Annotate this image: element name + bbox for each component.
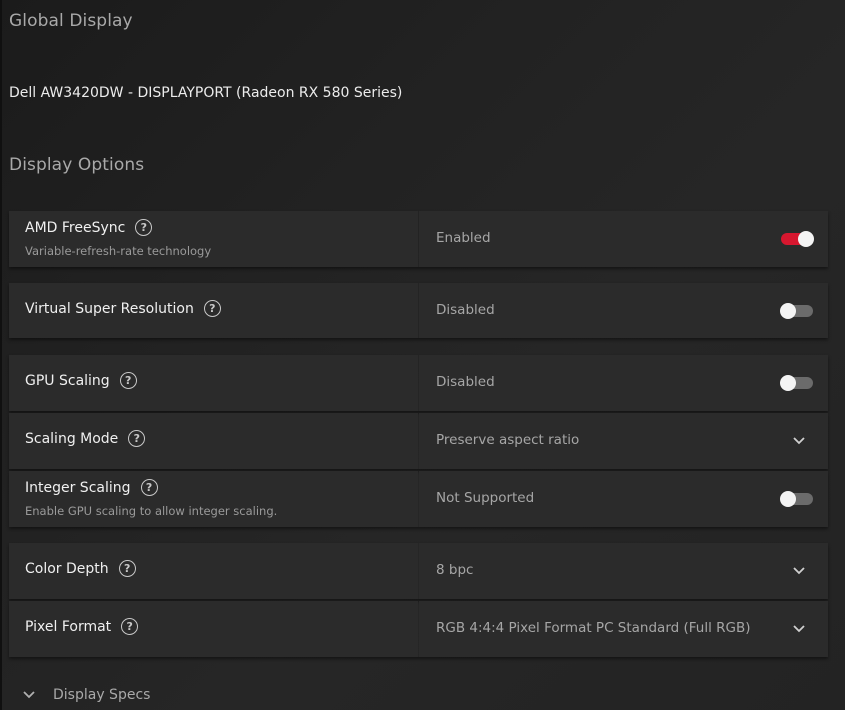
help-icon[interactable]: ? (119, 372, 137, 389)
display-specs-label: Display Specs (53, 687, 151, 703)
integer-scaling-label-cell: Integer Scaling ? Enable GPU scaling to … (9, 471, 418, 527)
scaling-mode-label-cell: Scaling Mode ? (9, 413, 418, 469)
toggle-knob (780, 491, 796, 507)
color-depth-dropdown[interactable]: 8 bpc (419, 543, 828, 599)
gpu-scaling-value: Disabled (436, 374, 495, 390)
pixel-format-value: RGB 4:4:4 Pixel Format PC Standard (Full… (436, 620, 751, 636)
scaling-mode-dropdown[interactable]: Preserve aspect ratio (419, 413, 828, 469)
chevron-down-icon[interactable] (792, 564, 806, 578)
help-icon[interactable]: ? (118, 560, 136, 577)
integer-scaling-label: Integer Scaling (25, 479, 131, 496)
color-depth-row: Color Depth ? 8 bpc (9, 543, 828, 599)
help-icon[interactable]: ? (135, 219, 153, 236)
display-specs-expander[interactable]: Display Specs (22, 687, 150, 703)
freesync-value-cell: Enabled (419, 211, 828, 267)
pixel-format-dropdown[interactable]: RGB 4:4:4 Pixel Format PC Standard (Full… (419, 601, 828, 657)
pixel-format-row: Pixel Format ? RGB 4:4:4 Pixel Format PC… (9, 601, 828, 657)
scaling-mode-row: Scaling Mode ? Preserve aspect ratio (9, 413, 828, 469)
help-icon[interactable]: ? (128, 430, 146, 447)
freesync-toggle[interactable] (781, 231, 814, 247)
gpu-scaling-label: GPU Scaling (25, 372, 110, 389)
color-depth-value: 8 bpc (436, 562, 474, 578)
window-edge (0, 0, 2, 710)
help-icon[interactable]: ? (203, 300, 221, 317)
vsr-value-cell: Disabled (419, 283, 828, 338)
freesync-row: AMD FreeSync ? Variable-refresh-rate tec… (9, 211, 828, 267)
vsr-value: Disabled (436, 302, 495, 318)
integer-scaling-value: Not Supported (436, 490, 535, 506)
color-depth-label: Color Depth (25, 560, 109, 577)
help-icon[interactable]: ? (121, 618, 139, 635)
vsr-toggle[interactable] (780, 303, 813, 319)
toggle-knob (780, 375, 796, 391)
toggle-knob (798, 231, 814, 247)
vsr-row: Virtual Super Resolution ? Disabled (9, 283, 828, 338)
chevron-down-icon[interactable] (792, 622, 806, 636)
gpu-scaling-value-cell: Disabled (419, 355, 828, 411)
gpu-scaling-row: GPU Scaling ? Disabled (9, 355, 828, 411)
integer-scaling-toggle[interactable] (780, 491, 813, 507)
help-icon[interactable]: ? (140, 479, 158, 496)
vsr-label: Virtual Super Resolution (25, 300, 194, 317)
scaling-mode-value: Preserve aspect ratio (436, 432, 580, 448)
freesync-label-cell: AMD FreeSync ? Variable-refresh-rate tec… (9, 211, 418, 267)
pixel-format-label-cell: Pixel Format ? (9, 601, 418, 657)
chevron-down-icon (23, 691, 35, 699)
gpu-scaling-toggle[interactable] (780, 375, 813, 391)
display-options-heading: Display Options (9, 155, 145, 175)
scaling-mode-label: Scaling Mode (25, 430, 119, 447)
chevron-down-icon[interactable] (792, 434, 806, 448)
freesync-description: Variable-refresh-rate technology (25, 244, 212, 258)
integer-scaling-value-cell: Not Supported (419, 471, 828, 527)
vsr-label-cell: Virtual Super Resolution ? (9, 283, 418, 338)
gpu-scaling-label-cell: GPU Scaling ? (9, 355, 418, 411)
monitor-name: Dell AW3420DW - DISPLAYPORT (Radeon RX 5… (9, 85, 403, 101)
toggle-knob (780, 303, 796, 319)
integer-scaling-row: Integer Scaling ? Enable GPU scaling to … (9, 471, 828, 527)
color-depth-label-cell: Color Depth ? (9, 543, 418, 599)
freesync-value: Enabled (436, 230, 491, 246)
integer-scaling-description: Enable GPU scaling to allow integer scal… (25, 504, 278, 518)
global-display-heading: Global Display (9, 11, 133, 31)
freesync-label: AMD FreeSync (25, 219, 126, 236)
pixel-format-label: Pixel Format (25, 618, 112, 635)
